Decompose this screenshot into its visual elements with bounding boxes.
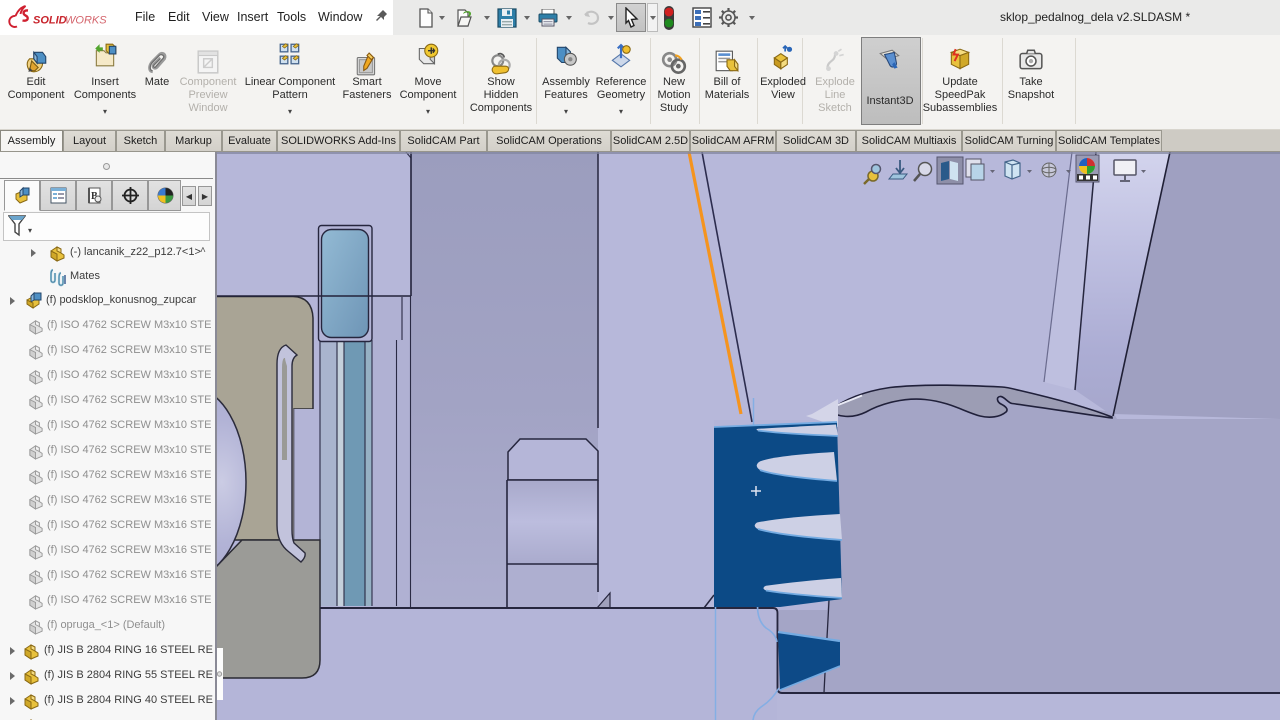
svg-text:SOLID: SOLID [33, 15, 67, 27]
svg-text:WORKS: WORKS [65, 15, 107, 27]
